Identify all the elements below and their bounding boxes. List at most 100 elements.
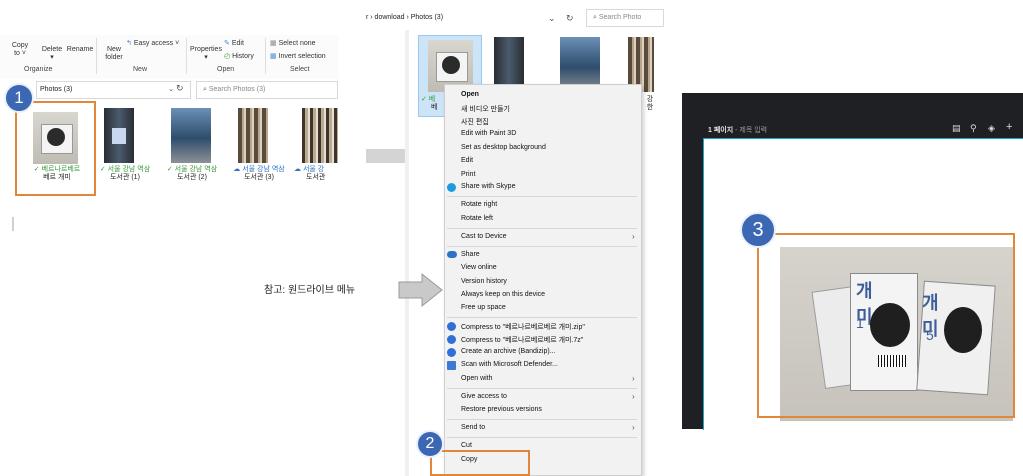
- group-new: New: [133, 66, 148, 73]
- chevron-right-icon: ›: [632, 374, 635, 383]
- highlight-box-2: [430, 450, 530, 476]
- highlight-box-1: [15, 101, 96, 196]
- right-arrow-icon: [398, 272, 443, 308]
- poster-shape: [112, 128, 126, 144]
- step-badge-1: 1: [4, 83, 34, 113]
- menu-item-view-online[interactable]: View online: [461, 264, 497, 271]
- menu-item-print[interactable]: Print: [461, 171, 475, 178]
- menu-separator: [447, 228, 637, 229]
- menu-separator: [447, 419, 637, 420]
- file-thumbnail-library-3[interactable]: [238, 108, 268, 163]
- file-caption-4[interactable]: ☁ 서울 강남 역삼 도서관 (3): [227, 166, 291, 182]
- easy-access-label: Easy access ˅: [133, 40, 180, 47]
- file-caption-partial: 강한: [644, 96, 656, 112]
- file-caption-2[interactable]: ✓ 서울 강남 역삼 도서관 (1): [93, 166, 157, 182]
- search-placeholder: Search Photo: [598, 14, 642, 21]
- file-name-line2: 도서관 (3): [244, 174, 274, 181]
- menu-item-edit-photo[interactable]: 사진 편집: [461, 117, 489, 127]
- file-name-line1: ✓ 서울 강남 역삼: [166, 166, 218, 173]
- fill-icon[interactable]: ◈: [988, 123, 995, 134]
- pin-icon[interactable]: ⚲: [970, 123, 977, 134]
- chevron-down-icon[interactable]: ⌄: [168, 82, 174, 98]
- menu-item-cut[interactable]: Cut: [461, 442, 472, 449]
- search-input[interactable]: ⌕ Search Photos (3): [196, 81, 338, 99]
- menu-item-paint3d[interactable]: Edit with Paint 3D: [461, 130, 516, 137]
- file-caption-5[interactable]: ☁ 서울 강 도서관: [294, 166, 338, 182]
- bandizip-icon: [447, 322, 456, 331]
- menu-item-open[interactable]: Open: [461, 91, 479, 98]
- menu-item-cast-to-device[interactable]: Cast to Device: [461, 233, 507, 240]
- file-name-line2: 도서관 (2): [177, 174, 207, 181]
- menu-item-free-up-space[interactable]: Free up space: [461, 304, 506, 311]
- delete-button[interactable]: Delete ▾: [38, 46, 66, 62]
- search-placeholder: Search Photos (3): [208, 86, 266, 93]
- menu-item-create-archive[interactable]: Create an archive (Bandizip)...: [461, 348, 556, 355]
- new-folder-button[interactable]: New folder: [102, 46, 126, 62]
- file-name-line2: 도서관: [306, 174, 326, 181]
- menu-separator: [447, 437, 637, 438]
- invert-selection-button[interactable]: ▦ Invert selection: [270, 53, 336, 61]
- refresh-icon[interactable]: ↻: [566, 13, 574, 24]
- select-none-button[interactable]: ▦ Select none: [270, 40, 336, 48]
- menu-item-rotate-left[interactable]: Rotate left: [461, 215, 493, 222]
- page-title-placeholder[interactable]: - 제목 입력: [735, 127, 767, 134]
- properties-label: Properties: [190, 46, 222, 53]
- file-name-line1: ✓ 베: [421, 96, 436, 103]
- edit-button[interactable]: ✎ Edit: [224, 40, 264, 48]
- menu-item-scan-defender[interactable]: Scan with Microsoft Defender...: [461, 361, 558, 368]
- defender-icon: [447, 361, 456, 370]
- properties-button[interactable]: Properties ▾: [188, 46, 224, 62]
- file-thumbnail-library-4[interactable]: [302, 108, 338, 163]
- search-icon: ⌕: [593, 14, 597, 21]
- menu-item-restore-versions[interactable]: Restore previous versions: [461, 406, 542, 413]
- menu-item-compress-zip[interactable]: Compress to "베르나르베르베르 개미.zip": [461, 322, 585, 332]
- note-icon[interactable]: ▤: [952, 123, 961, 134]
- menu-separator: [447, 317, 637, 318]
- copy-to-button[interactable]: Copy to ˅: [10, 42, 30, 58]
- file-name-line1: ☁ 서울 강남 역삼: [233, 166, 285, 173]
- group-open: Open: [217, 66, 235, 73]
- menu-item-share[interactable]: Share: [461, 251, 480, 258]
- menu-item-give-access[interactable]: Give access to: [461, 393, 507, 400]
- address-text: Photos (3): [40, 86, 73, 93]
- scrollbar-thumb[interactable]: [366, 149, 406, 163]
- menu-item-share-skype[interactable]: Share with Skype: [461, 183, 515, 190]
- refresh-icon[interactable]: ↻: [176, 83, 184, 94]
- menu-item-send-to[interactable]: Send to: [461, 424, 485, 431]
- invert-selection-icon: ▦: [270, 53, 277, 60]
- breadcrumb[interactable]: r › download › Photos (3): [366, 9, 556, 27]
- address-bar[interactable]: Photos (3) ⌄: [36, 81, 191, 99]
- menu-item-edit[interactable]: Edit: [461, 157, 473, 164]
- easy-access-button[interactable]: ↰ Easy access ˅: [126, 40, 186, 48]
- history-button[interactable]: ◴ History: [224, 53, 264, 61]
- group-organize: Organize: [24, 66, 53, 73]
- menu-item-rotate-right[interactable]: Rotate right: [461, 201, 497, 208]
- menu-item-version-history[interactable]: Version history: [461, 278, 507, 285]
- scrollbar[interactable]: [12, 217, 14, 231]
- page-number: 1 페이지: [708, 127, 734, 134]
- add-icon[interactable]: +: [1006, 121, 1012, 133]
- file-thumbnail-library-2[interactable]: [171, 108, 211, 163]
- group-select: Select: [290, 66, 310, 73]
- menu-item-compress-7z[interactable]: Compress to "베르나르베르베르 개미.7z": [461, 335, 583, 345]
- onedrive-icon: [447, 251, 457, 258]
- menu-item-always-keep[interactable]: Always keep on this device: [461, 291, 545, 298]
- skype-icon: [447, 183, 456, 192]
- history-label: History: [232, 53, 254, 60]
- file-name-line2: 도서관 (1): [110, 174, 140, 181]
- file-name-line2: 베: [431, 104, 438, 111]
- chevron-down-icon[interactable]: ⌄: [548, 13, 556, 24]
- page-title: 1 페이지 - 제목 입력: [708, 125, 767, 135]
- menu-item-open-with[interactable]: Open with: [461, 375, 493, 382]
- search-icon: ⌕: [203, 86, 207, 93]
- file-caption-3[interactable]: ✓ 서울 강남 역삼 도서관 (2): [160, 166, 224, 182]
- search-input[interactable]: ⌕ Search Photo: [586, 9, 664, 27]
- menu-item-new-video[interactable]: 새 비디오 만들기: [461, 104, 510, 114]
- ant-icon: [442, 56, 460, 74]
- history-icon: ◴: [224, 53, 231, 60]
- rename-button[interactable]: Rename: [66, 46, 94, 54]
- edit-icon: ✎: [224, 40, 230, 47]
- copy-to-label: Copy to ˅: [11, 42, 29, 57]
- menu-item-set-background[interactable]: Set as desktop background: [461, 144, 546, 151]
- file-thumbnail-library-1[interactable]: [104, 108, 134, 163]
